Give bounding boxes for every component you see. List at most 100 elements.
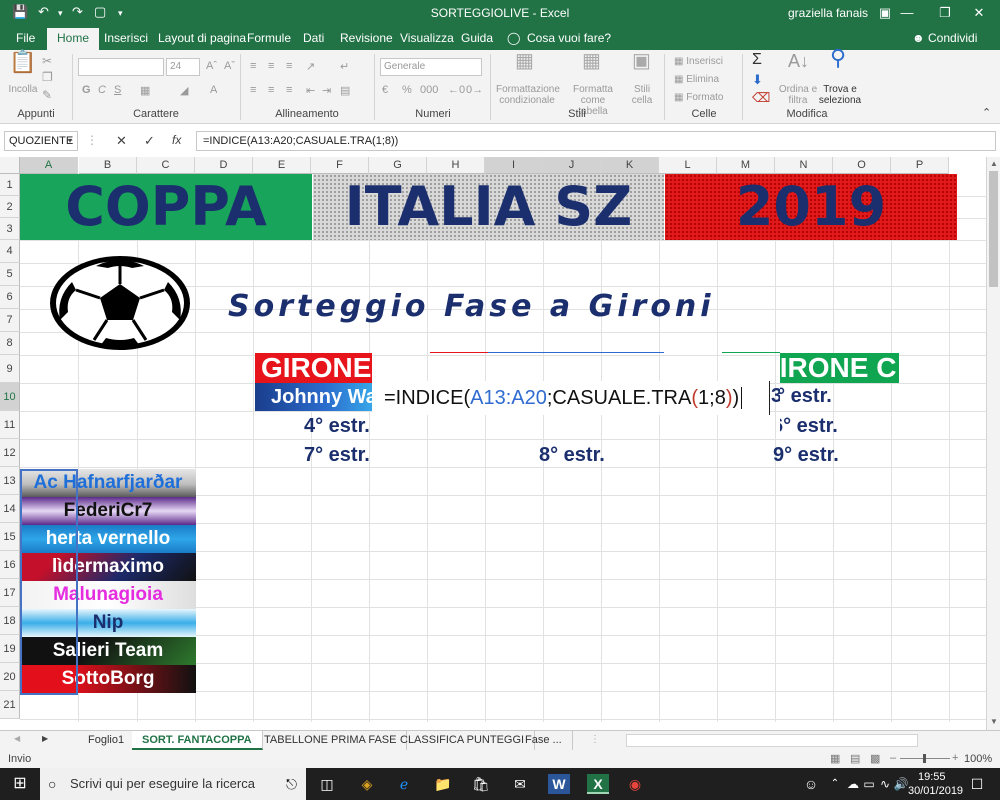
page-layout-view-icon[interactable]: ▤ [850,752,860,765]
increase-indent-icon[interactable]: ⇥ [322,84,331,97]
team-list-item[interactable]: Malunagioia [20,581,196,609]
column-header-l[interactable]: L [659,157,717,174]
share-button[interactable]: Condividi [928,31,977,45]
in-cell-formula-editor[interactable]: =INDICE(A13:A20;CASUALE.TRA(1;8)) [372,381,770,415]
redo-icon[interactable]: ↷ [72,4,83,20]
chrome-icon[interactable]: ◉ [624,774,646,794]
align-right-icon[interactable]: ≡ [286,84,292,96]
tell-me-box[interactable]: Cosa vuoi fare? [527,31,611,45]
next-sheet-icon[interactable]: ▶ [42,734,48,743]
merge-center-icon[interactable]: ▤ [340,84,350,97]
align-top-icon[interactable]: ≡ [250,60,256,72]
team-list-item[interactable]: Salieri Team [20,637,196,665]
sheet-tab-tabellone[interactable]: TABELLONE PRIMA FASE [254,731,408,750]
format-painter-icon[interactable]: ✎ [42,89,52,101]
notifications-icon[interactable]: ☐ [966,774,988,794]
cut-icon[interactable]: ✂ [42,55,52,67]
excel-icon[interactable]: X [587,774,609,794]
insert-function-icon[interactable]: fx [172,133,181,147]
tab-insert[interactable]: Inserisci [104,31,148,45]
zoom-level[interactable]: 100% [964,753,992,765]
taskbar-search-box[interactable]: ○ Scrivi qui per eseguire la ricerca ⎋ [40,768,306,800]
formula-input[interactable]: =INDICE(A13:A20;CASUALE.TRA(1;8)) [196,131,996,151]
orientation-icon[interactable]: ↗ [306,60,315,73]
sort-filter-icon[interactable]: A↓ [788,52,809,70]
tab-formulas[interactable]: Formule [247,31,291,45]
tab-review[interactable]: Revisione [340,31,393,45]
start-icon[interactable]: ⊞ [9,774,31,794]
enter-icon[interactable]: ✓ [144,133,155,149]
row-header-7[interactable]: 7 [0,309,20,332]
team-list-item[interactable]: Nip [20,609,196,637]
conditional-format-button[interactable]: Formattazione condizionale [496,84,560,106]
microphone-icon[interactable]: ⎋ [286,768,297,800]
tab-view[interactable]: Visualizza [400,31,454,45]
save-icon[interactable]: 💾 [12,4,28,20]
scroll-down-icon[interactable]: ▼ [990,717,998,726]
more-sheets-icon[interactable]: ⋮ [590,734,600,745]
row-header-13[interactable]: 13 [0,467,20,495]
store-icon[interactable]: 🛍 [470,774,492,794]
spreadsheet-grid[interactable]: ABCDEFGHIJKLMNOP 1 2 3 4 5 6 7 8 9 10 11 12 13 14 15 16… [0,157,986,722]
app-paint-icon[interactable]: ◈ [356,774,378,794]
select-all-corner[interactable] [0,157,20,174]
row-header-9[interactable]: 9 [0,355,20,383]
thousands-icon[interactable]: 000 [420,84,438,96]
align-left-icon[interactable]: ≡ [250,84,256,96]
row-header-10[interactable]: 10 [0,383,20,411]
column-header-o[interactable]: O [833,157,891,174]
drawn-team-cell[interactable]: Johnny Walker [255,383,372,411]
clear-icon[interactable]: ⌫ [752,91,770,104]
mail-icon[interactable]: ✉ [509,774,531,794]
clock-time[interactable]: 19:55 [918,771,946,783]
vertical-scrollbar[interactable]: ▲ ▼ [986,157,1000,730]
decrease-decimal-icon[interactable]: 0→ [466,84,483,96]
row-header-4[interactable]: 4 [0,240,20,263]
column-header-p[interactable]: P [891,157,949,174]
row-header-19[interactable]: 19 [0,635,20,663]
row-header-1[interactable]: 1 [0,174,20,196]
column-header-a[interactable]: A [20,157,78,174]
tab-page-layout[interactable]: Layout di pagina [158,31,246,45]
row-header-17[interactable]: 17 [0,579,20,607]
font-size-box[interactable]: 24 [166,58,200,76]
align-middle-icon[interactable]: ≡ [268,60,274,72]
undo-dropdown-icon[interactable]: ▾ [58,8,63,19]
row-header-15[interactable]: 15 [0,523,20,551]
people-icon[interactable]: ☺ [800,774,822,794]
copy-icon[interactable]: ❐ [42,71,53,83]
format-cells-button[interactable]: ▦ Formato [674,92,723,103]
percent-icon[interactable]: % [402,84,412,96]
bold-icon[interactable]: G [82,84,91,96]
soccer-ball-image[interactable] [48,254,192,352]
horizontal-scrollbar[interactable] [626,734,918,747]
prev-sheet-icon[interactable]: ◀ [14,734,20,743]
format-table-icon[interactable]: ▦ [582,51,601,71]
row-header-14[interactable]: 14 [0,495,20,523]
close-button[interactable]: ✕ [956,0,1000,26]
scroll-up-icon[interactable]: ▲ [990,159,998,168]
row-header-12[interactable]: 12 [0,439,20,467]
column-header-m[interactable]: M [717,157,775,174]
number-format-box[interactable]: Generale [380,58,482,76]
tab-help[interactable]: Guida [461,31,493,45]
row-header-20[interactable]: 20 [0,663,20,691]
customize-toolbar-icon[interactable]: ▾ [118,8,123,19]
file-explorer-icon[interactable]: 📁 [432,774,454,794]
column-header-h[interactable]: H [427,157,485,174]
increase-decimal-icon[interactable]: ←0 [448,84,465,96]
column-header-j[interactable]: J [543,157,601,174]
row-header-2[interactable]: 2 [0,196,20,218]
zoom-slider-thumb[interactable] [923,754,926,763]
find-icon[interactable]: ⚲ [830,47,846,69]
insert-cells-button[interactable]: ▦ Inserisci [674,56,723,67]
column-header-e[interactable]: E [253,157,311,174]
column-header-d[interactable]: D [195,157,253,174]
find-select-button[interactable]: Trova e seleziona [816,84,864,106]
underline-icon[interactable]: S [114,84,121,96]
sheet-tab-foglio1[interactable]: Foglio1 [78,731,136,750]
user-name[interactable]: graziella fanais [788,6,868,20]
row-header-5[interactable]: 5 [0,263,20,286]
new-document-icon[interactable]: ▢ [94,4,106,20]
tab-data[interactable]: Dati [303,31,324,45]
